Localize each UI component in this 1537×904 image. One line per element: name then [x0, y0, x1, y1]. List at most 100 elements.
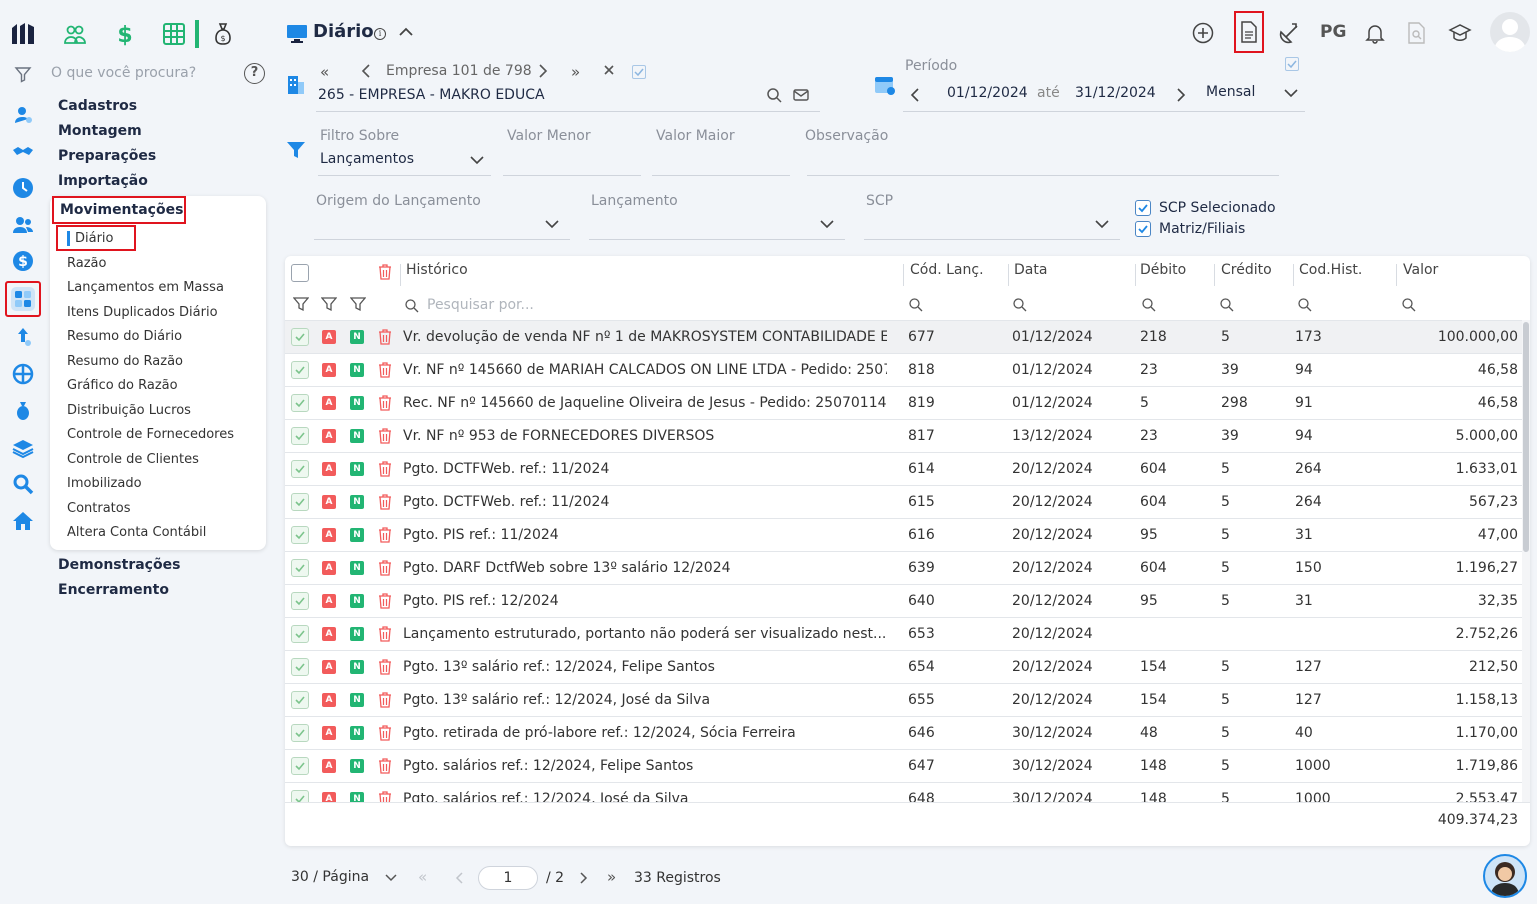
table-row[interactable]: A N Pgto. DARF DctfWeb sobre 13º salário 1…	[285, 551, 1522, 584]
table-row[interactable]: A N Pgto. 13º salário ref.: 12/2024, José …	[285, 683, 1522, 716]
lancamento-select[interactable]	[589, 212, 845, 240]
assistant-avatar[interactable]	[1483, 854, 1527, 898]
submenu-item-lancamentos-massa[interactable]: Lançamentos em Massa	[67, 280, 224, 295]
close-icon[interactable]	[603, 64, 615, 76]
scp-selecionado-option[interactable]: SCP Selecionado	[1135, 200, 1276, 216]
submenu-item-distribuicao-lucros[interactable]: Distribuição Lucros	[67, 403, 191, 418]
delete-all-icon[interactable]	[378, 264, 392, 280]
menu-encerramento[interactable]: Encerramento	[58, 582, 169, 598]
row-checkbox[interactable]	[291, 691, 309, 709]
submenu-item-resumo-diario[interactable]: Resumo do Diário	[67, 329, 182, 344]
menu-preparacoes[interactable]: Preparações	[58, 148, 156, 164]
row-checkbox[interactable]	[291, 493, 309, 511]
app-logo-icon[interactable]	[9, 20, 37, 48]
badge-a[interactable]: A	[322, 759, 336, 773]
periodo-from[interactable]: 01/12/2024	[947, 85, 1028, 101]
page-input[interactable]: 1	[478, 866, 538, 890]
clock-icon[interactable]	[9, 174, 37, 202]
submenu-item-razao[interactable]: Razão	[67, 256, 106, 271]
empresa-field[interactable]: 265 - EMPRESA - MAKRO EDUCA	[316, 86, 820, 112]
periodo-prev-icon[interactable]	[909, 86, 921, 104]
accounting-module-icon[interactable]	[5, 281, 41, 317]
per-page-select[interactable]: 30 / Página	[291, 869, 369, 885]
row-filter-icon-3[interactable]	[350, 296, 366, 312]
badge-a[interactable]: A	[322, 330, 336, 344]
next-empresa-icon[interactable]	[537, 62, 549, 80]
bell-icon[interactable]	[1358, 16, 1392, 50]
info-icon[interactable]: i	[374, 28, 386, 40]
last-page-button[interactable]: »	[607, 868, 616, 886]
first-page-icon[interactable]: «	[320, 63, 329, 81]
badge-n[interactable]: N	[350, 627, 364, 641]
col-valor[interactable]: Valor	[1403, 262, 1438, 278]
table-row[interactable]: A N Vr. devolução de venda NF nº 1 de MAKR…	[285, 320, 1522, 353]
per-page-chevron-icon[interactable]	[384, 873, 398, 883]
badge-a[interactable]: A	[322, 528, 336, 542]
menu-demonstracoes[interactable]: Demonstrações	[58, 557, 180, 573]
table-row[interactable]: A N Vr. NF nº 145660 de MARIAH CALCADOS ON…	[285, 353, 1522, 386]
valor-search-icon[interactable]	[1401, 297, 1416, 312]
col-data[interactable]: Data	[1014, 262, 1047, 278]
home-icon[interactable]	[9, 507, 37, 535]
scp-selecionado-checkbox[interactable]	[1135, 200, 1151, 216]
row-delete-icon[interactable]	[378, 659, 392, 675]
row-delete-icon[interactable]	[378, 626, 392, 642]
row-checkbox[interactable]	[291, 592, 309, 610]
row-checkbox[interactable]	[291, 625, 309, 643]
menu-importacao[interactable]: Importação	[58, 173, 148, 189]
menu-movimentacoes[interactable]: Movimentações	[60, 202, 183, 218]
search-document-icon[interactable]	[1400, 16, 1434, 50]
badge-n[interactable]: N	[350, 660, 364, 674]
empresa-checkbox[interactable]	[632, 65, 646, 79]
badge-n[interactable]: N	[350, 693, 364, 707]
layers-icon[interactable]	[9, 434, 37, 462]
badge-n[interactable]: N	[350, 363, 364, 377]
valor-maior-input[interactable]	[652, 150, 790, 176]
badge-n[interactable]: N	[350, 561, 364, 575]
next-page-icon[interactable]	[578, 871, 588, 885]
row-delete-icon[interactable]	[378, 329, 392, 345]
periodo-mode[interactable]: Mensal	[1206, 84, 1255, 100]
select-all-checkbox[interactable]	[291, 264, 309, 282]
col-debito[interactable]: Débito	[1140, 262, 1186, 278]
row-delete-icon[interactable]	[378, 725, 392, 741]
historico-search[interactable]: Pesquisar por...	[404, 297, 534, 313]
matriz-filiais-option[interactable]: Matriz/Filiais	[1135, 221, 1245, 237]
chevron-up-icon[interactable]	[398, 26, 414, 38]
badge-n[interactable]: N	[350, 330, 364, 344]
cod-search-icon[interactable]	[908, 297, 923, 312]
observacao-input[interactable]	[807, 150, 1279, 176]
table-row[interactable]: A N Pgto. salários ref.: 12/2024, Felipe S…	[285, 749, 1522, 782]
row-checkbox[interactable]	[291, 526, 309, 544]
table-row[interactable]: A N Pgto. PIS ref.: 11/2024 616 20/12/2024 95…	[285, 518, 1522, 551]
badge-n[interactable]: N	[350, 396, 364, 410]
row-checkbox[interactable]	[291, 559, 309, 577]
debito-search-icon[interactable]	[1141, 297, 1156, 312]
badge-n[interactable]: N	[350, 594, 364, 608]
row-checkbox[interactable]	[291, 328, 309, 346]
handshake-icon[interactable]	[9, 138, 37, 166]
periodo-to[interactable]: 31/12/2024	[1075, 85, 1156, 101]
periodo-checkbox[interactable]	[1285, 57, 1299, 71]
table-row[interactable]: A N Lançamento estruturado, portanto não p…	[285, 617, 1522, 650]
badge-a[interactable]: A	[322, 363, 336, 377]
row-delete-icon[interactable]	[378, 428, 392, 444]
badge-a[interactable]: A	[322, 429, 336, 443]
table-row[interactable]: A N Pgto. salários ref.: 12/2024, José da …	[285, 782, 1522, 802]
filtro-sobre-select[interactable]: Lançamentos	[318, 148, 491, 176]
row-checkbox[interactable]	[291, 460, 309, 478]
origem-select[interactable]	[314, 212, 570, 240]
table-row[interactable]: A N Vr. NF nº 953 de FORNECEDORES DIVERSOS…	[285, 419, 1522, 452]
badge-a[interactable]: A	[322, 594, 336, 608]
badge-n[interactable]: N	[350, 726, 364, 740]
user-avatar[interactable]	[1490, 12, 1530, 52]
pg-button[interactable]: PG	[1320, 22, 1346, 42]
col-cod-hist[interactable]: Cod.Hist.	[1299, 262, 1362, 278]
table-row[interactable]: A N Pgto. retirada de pró-labore ref.: 12/…	[285, 716, 1522, 749]
users-icon[interactable]	[9, 211, 37, 239]
row-delete-icon[interactable]	[378, 758, 392, 774]
menu-montagem[interactable]: Montagem	[58, 123, 142, 139]
col-credito[interactable]: Crédito	[1221, 262, 1272, 278]
data-search-icon[interactable]	[1012, 297, 1027, 312]
row-checkbox[interactable]	[291, 724, 309, 742]
